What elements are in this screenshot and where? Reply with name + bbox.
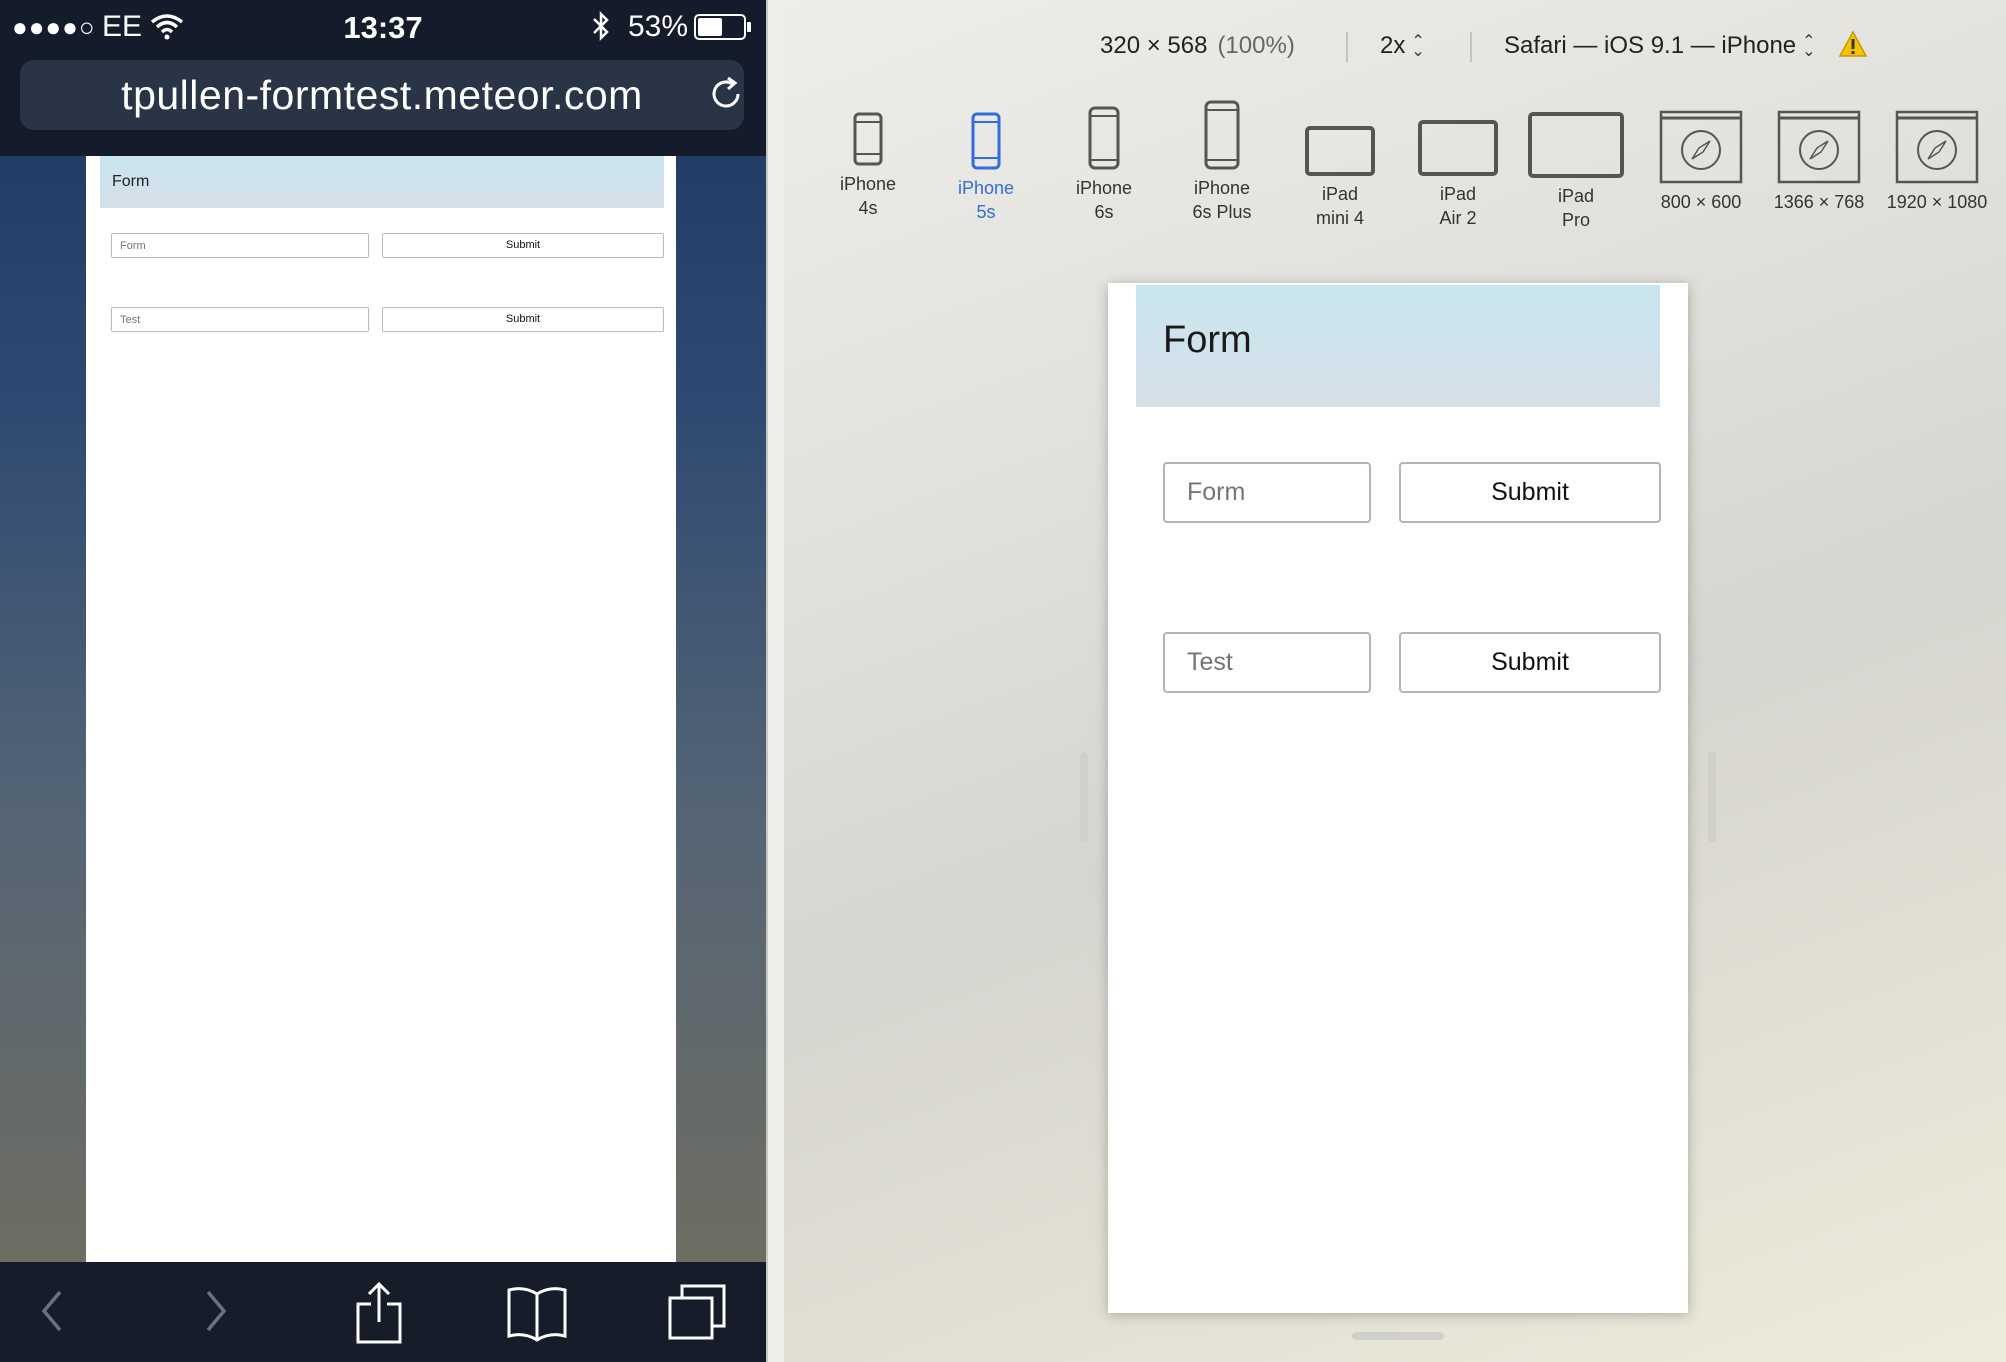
device-viewport: Form Submit Submit (1108, 283, 1688, 1313)
device-label: iPhone (1075, 178, 1133, 198)
back-icon[interactable] (36, 1286, 66, 1336)
device-label: iPad (1439, 184, 1477, 204)
form-input[interactable] (111, 233, 369, 258)
page-title: Form (1163, 319, 1252, 361)
device-label: iPhone (839, 174, 897, 194)
safari-window-icon (1659, 110, 1743, 184)
pixel-ratio-value: 2x (1380, 32, 1406, 59)
form-input[interactable] (1163, 462, 1371, 523)
submit-button[interactable]: Submit (382, 233, 664, 258)
warning-icon[interactable] (1838, 30, 1868, 58)
updown-chevron-icon: ⌃ ⌄ (1802, 32, 1816, 60)
device-sublabel: 5s (976, 202, 996, 222)
image-divider (766, 0, 784, 1362)
page-header: Form (1136, 285, 1660, 407)
device-ipad-air-2[interactable]: iPad Air 2 (1408, 120, 1508, 230)
mobile-webpage: Form Submit Submit (86, 156, 676, 1262)
safari-bottom-toolbar (0, 1262, 766, 1362)
battery-icon (694, 14, 751, 40)
device-label: 1920 × 1080 (1886, 192, 1988, 212)
iphone-screenshot: ●●●●○ EE 13:37 53% tpullen-formtest.mete… (0, 0, 766, 1362)
device-sublabel: Air 2 (1439, 208, 1477, 228)
device-label: iPhone (1193, 178, 1251, 198)
device-ipad-mini-4[interactable]: iPad mini 4 (1290, 126, 1390, 230)
rdm-toolbar: 320 × 568 (100%) 2x ⌃ ⌄ Safari — iOS 9.1 — … (784, 28, 2006, 68)
share-icon[interactable] (354, 1282, 404, 1344)
reload-icon[interactable] (706, 74, 746, 114)
device-sublabel: Pro (1561, 210, 1590, 230)
submit-button[interactable]: Submit (1399, 632, 1661, 693)
url-text[interactable]: tpullen-formtest.meteor.com (20, 72, 744, 119)
device-label: 1366 × 768 (1773, 192, 1865, 212)
device-label: 800 × 600 (1660, 192, 1742, 212)
user-agent-value: Safari — iOS 9.1 — iPhone (1504, 32, 1797, 59)
phone-icon (1204, 100, 1240, 170)
device-label: iPad (1321, 184, 1359, 204)
device-iphone-4s[interactable]: iPhone 4s (818, 112, 918, 220)
phone-icon (1088, 106, 1120, 170)
tablet-icon (1528, 112, 1624, 178)
toolbar-separator (1470, 32, 1472, 62)
pixel-ratio-select[interactable]: 2x ⌃ ⌄ (1380, 32, 1425, 60)
bluetooth-icon (593, 10, 609, 42)
toolbar-separator (1346, 32, 1348, 62)
device-sublabel: mini 4 (1315, 208, 1364, 228)
safari-top-bar: ●●●●○ EE 13:37 53% tpullen-formtest.mete… (0, 0, 766, 156)
resize-handle-bottom[interactable] (1352, 1332, 1444, 1340)
device-sublabel: 4s (858, 198, 878, 218)
device-1920x1080[interactable]: 1920 × 1080 (1874, 110, 2000, 214)
tablet-icon (1305, 126, 1375, 176)
submit-button[interactable]: Submit (382, 307, 664, 332)
forward-icon[interactable] (202, 1286, 232, 1336)
address-bar[interactable]: tpullen-formtest.meteor.com (20, 60, 744, 130)
device-iphone-5s[interactable]: iPhone 5s (936, 112, 1036, 224)
safari-window-icon (1895, 110, 1979, 184)
status-bar: ●●●●○ EE 13:37 53% (0, 0, 766, 56)
updown-chevron-icon: ⌃ ⌄ (1411, 32, 1425, 60)
device-ipad-pro[interactable]: iPad Pro (1526, 112, 1626, 232)
phone-icon (971, 112, 1001, 170)
safari-window-icon (1777, 110, 1861, 184)
submit-button[interactable]: Submit (1399, 462, 1661, 523)
phone-icon (853, 112, 883, 166)
device-sublabel: 6s Plus (1192, 202, 1252, 222)
device-iphone-6s-plus[interactable]: iPhone 6s Plus (1172, 100, 1272, 224)
user-agent-select[interactable]: Safari — iOS 9.1 — iPhone ⌃ ⌄ (1504, 32, 1816, 60)
page-header: Form (100, 156, 664, 208)
tabs-icon[interactable] (666, 1284, 728, 1342)
battery-percent: 53% (628, 10, 689, 43)
device-label: iPad (1557, 186, 1595, 206)
device-iphone-6s[interactable]: iPhone 6s (1054, 106, 1154, 224)
responsive-design-mode: 320 × 568 (100%) 2x ⌃ ⌄ Safari — iOS 9.1 — … (784, 0, 2006, 1362)
device-sublabel: 6s (1094, 202, 1114, 222)
device-label: iPhone (957, 178, 1015, 198)
test-input[interactable] (1163, 632, 1371, 693)
tablet-icon (1418, 120, 1498, 176)
resize-handle-right[interactable] (1708, 752, 1716, 842)
resize-handle-left[interactable] (1080, 752, 1088, 842)
dimensions-value: 320 × 568 (1100, 32, 1208, 59)
test-input[interactable] (111, 307, 369, 332)
zoom-percent: (100%) (1217, 32, 1295, 59)
viewport-dimensions[interactable]: 320 × 568 (100%) (1100, 32, 1295, 60)
device-800x600[interactable]: 800 × 600 (1638, 110, 1764, 214)
page-title: Form (112, 173, 150, 190)
bookmarks-icon[interactable] (506, 1284, 568, 1342)
device-1366x768[interactable]: 1366 × 768 (1756, 110, 1882, 214)
